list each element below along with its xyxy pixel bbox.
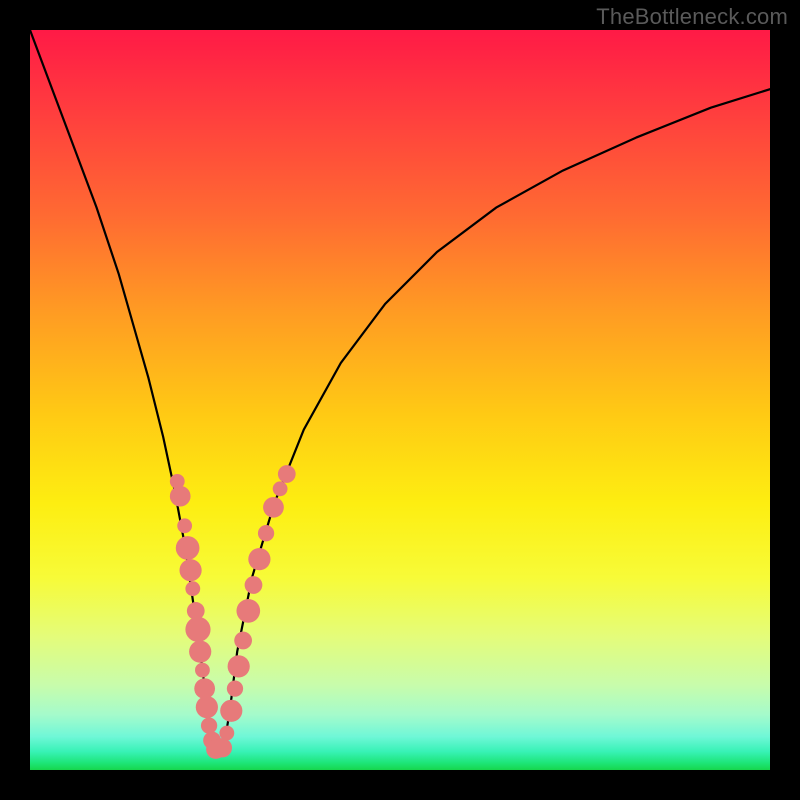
curve-svg xyxy=(30,30,770,770)
bead-marker xyxy=(263,497,284,518)
bead-marker xyxy=(185,581,200,596)
bead-marker xyxy=(220,700,242,722)
bead-marker xyxy=(185,617,210,642)
bead-marker xyxy=(201,717,217,733)
bead-marker xyxy=(227,680,243,696)
plot-area xyxy=(30,30,770,770)
bead-marker xyxy=(170,486,191,507)
bead-marker xyxy=(248,548,270,570)
bead-marker xyxy=(219,726,234,741)
bead-marker xyxy=(213,738,232,757)
bead-marker xyxy=(236,599,260,623)
bead-marker xyxy=(258,525,274,541)
bead-marker xyxy=(179,559,201,581)
bead-marker xyxy=(245,576,263,594)
bead-marker xyxy=(189,641,211,663)
bead-marker xyxy=(195,663,210,678)
chart-frame: TheBottleneck.com xyxy=(0,0,800,800)
bead-marker xyxy=(278,465,296,483)
bead-marker xyxy=(273,481,288,496)
bead-marker xyxy=(194,678,215,699)
bottleneck-curve xyxy=(30,30,770,755)
bead-markers xyxy=(170,465,296,759)
watermark-text: TheBottleneck.com xyxy=(596,4,788,30)
bead-marker xyxy=(234,632,252,650)
bead-marker xyxy=(196,696,218,718)
bead-marker xyxy=(228,655,250,677)
bead-marker xyxy=(176,536,200,560)
bead-marker xyxy=(177,518,192,533)
